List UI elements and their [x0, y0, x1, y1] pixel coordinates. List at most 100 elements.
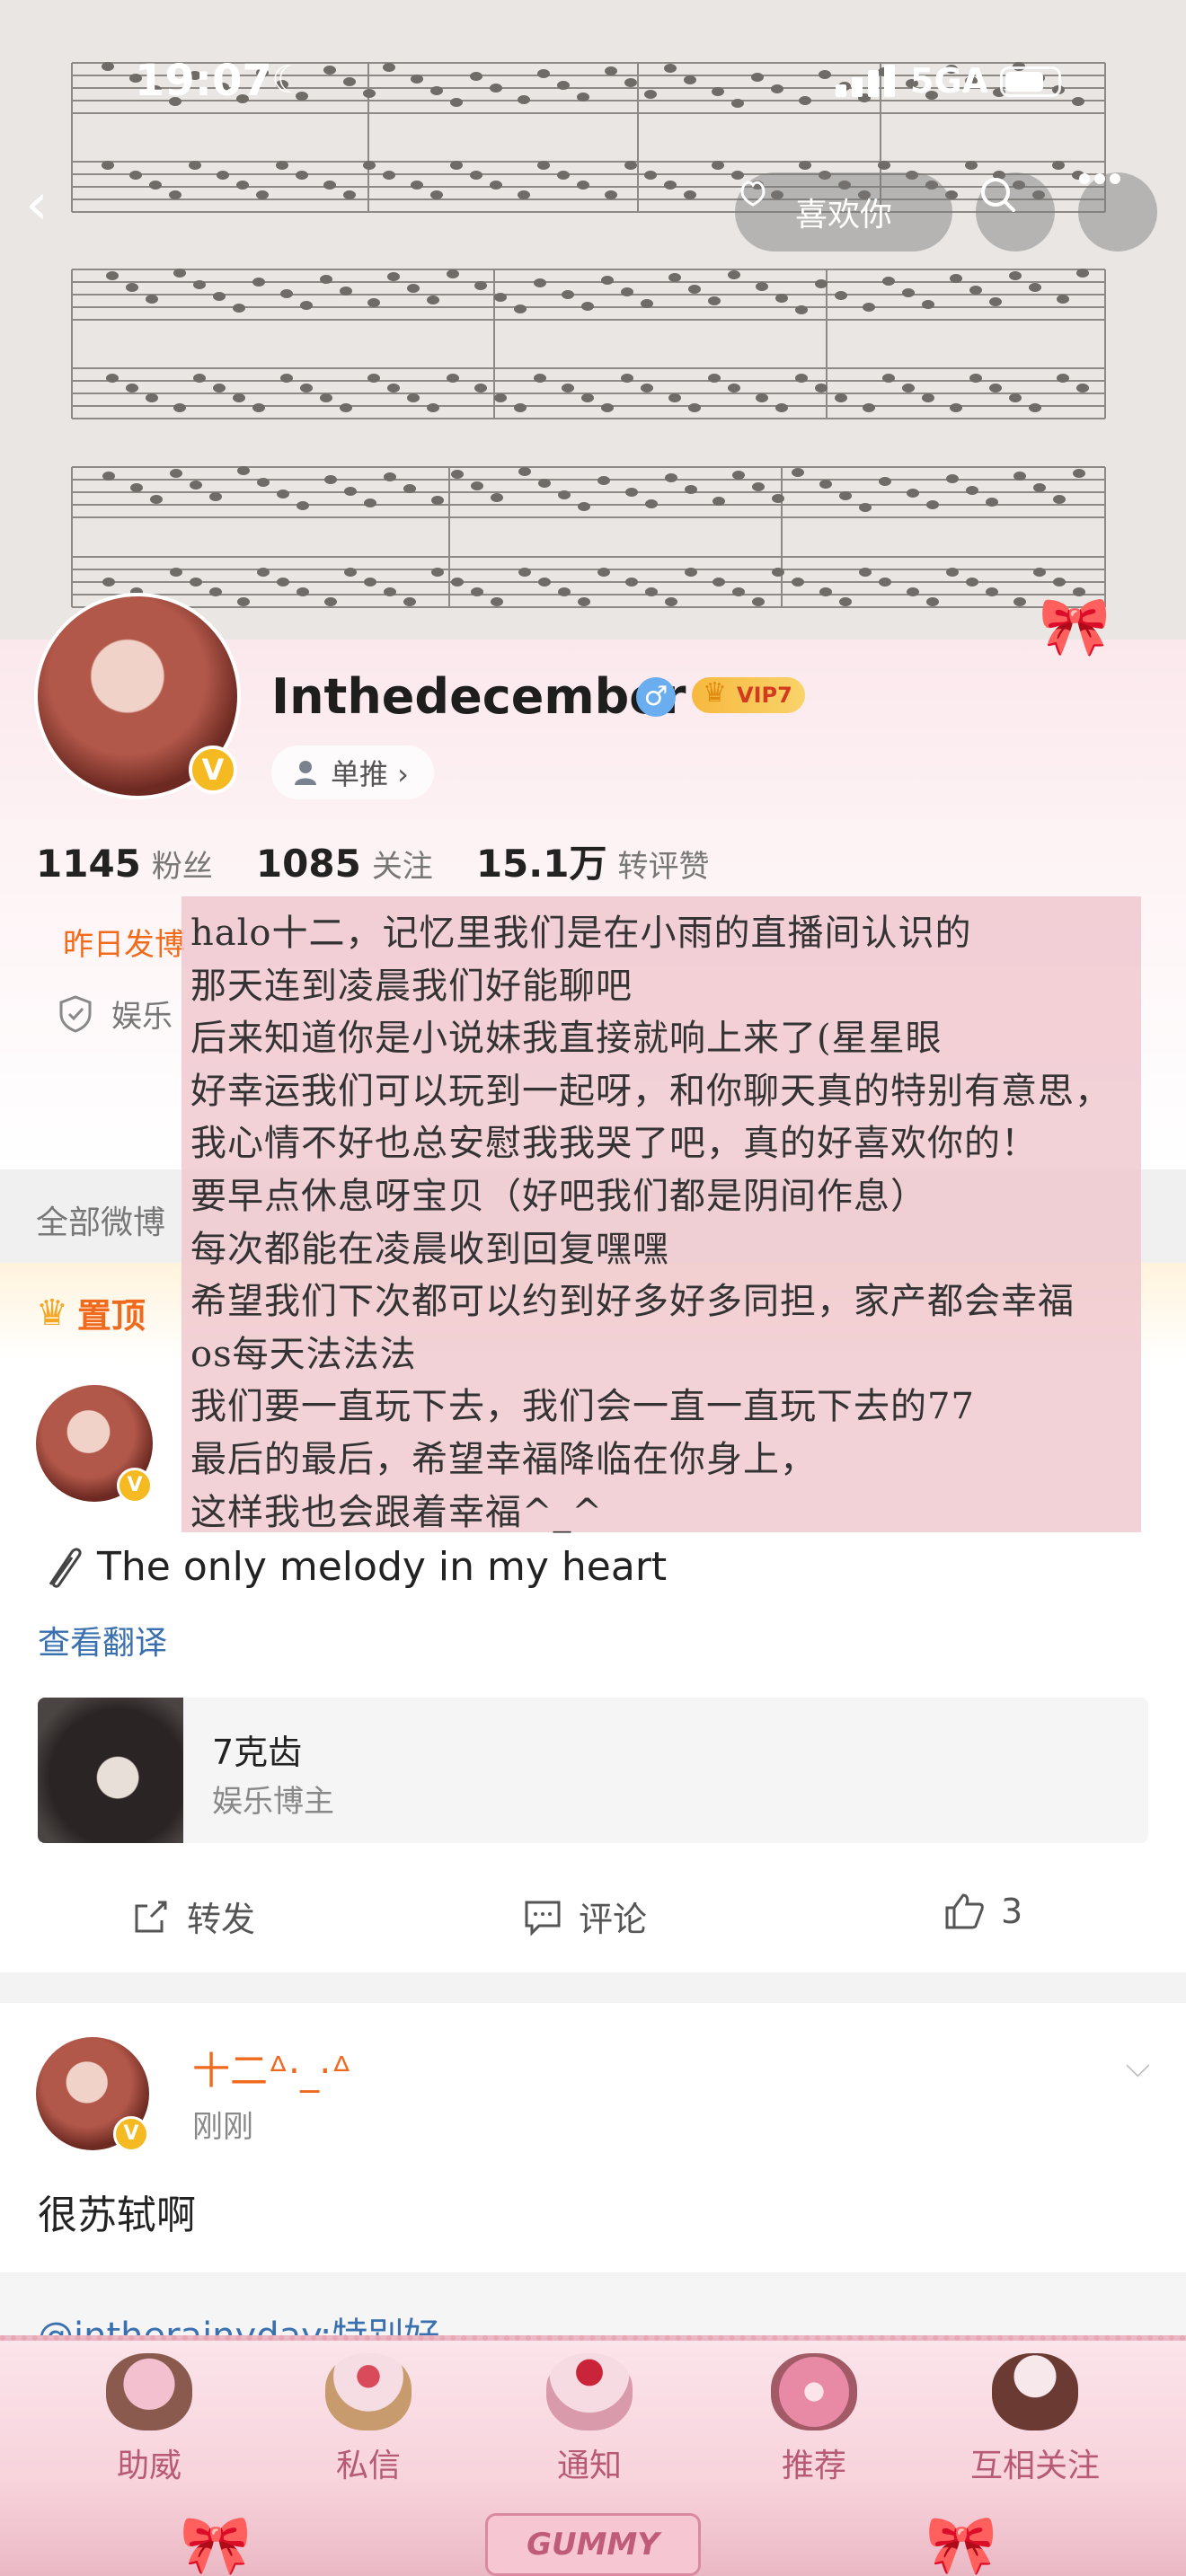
- note-head: [839, 597, 852, 606]
- note-head: [340, 287, 352, 296]
- yesterday-posts-label[interactable]: 昨日发博: [63, 920, 185, 964]
- note-head: [597, 568, 610, 577]
- single-push-button[interactable]: 单推 ›: [271, 745, 434, 799]
- note-head: [581, 393, 594, 402]
- status-bar: 19:07 ☾ 5GA: [0, 56, 1186, 110]
- note-head: [387, 384, 400, 393]
- note-head: [1029, 283, 1041, 292]
- note-line: 每次都能在凌晨收到回复嘿嘿: [190, 1228, 669, 1270]
- stat-interactions[interactable]: 15.1万 转评赞: [476, 834, 710, 888]
- note-head: [926, 500, 939, 509]
- note-head: [296, 587, 309, 596]
- donut-icon: [771, 2353, 857, 2430]
- repost-button[interactable]: 转发: [131, 1892, 255, 1941]
- note-head: [577, 181, 589, 190]
- nav-label: 通知: [556, 2448, 622, 2484]
- note-head: [664, 181, 677, 190]
- comment-label: 评论: [579, 1900, 648, 1939]
- post-content: The only melody in my heart: [36, 1541, 667, 1592]
- cake-icon: [106, 2353, 192, 2430]
- battery-icon: [1000, 66, 1061, 97]
- note-head: [946, 568, 959, 577]
- note-head: [728, 270, 740, 279]
- like-button[interactable]: 3: [943, 1892, 1022, 1931]
- like-you-button[interactable]: 喜欢你: [735, 172, 952, 251]
- note-head: [756, 282, 768, 291]
- status-time: 19:07: [135, 56, 272, 106]
- person-icon: [295, 761, 316, 785]
- tab-all-posts[interactable]: 全部微博: [36, 1196, 165, 1243]
- note-head: [728, 384, 740, 393]
- nav-item-messages[interactable]: 私信: [279, 2341, 458, 2486]
- note-head: [625, 578, 638, 587]
- note-head: [792, 468, 804, 477]
- note-head: [534, 278, 546, 287]
- note-head: [146, 393, 158, 402]
- stat-label: 转评赞: [617, 849, 710, 885]
- translate-link[interactable]: 查看翻译: [38, 1617, 167, 1663]
- stat-following[interactable]: 1085 关注: [256, 842, 433, 886]
- note-head: [986, 587, 998, 596]
- stat-followers[interactable]: 1145 粉丝: [36, 842, 213, 886]
- stat-value: 1145: [36, 842, 141, 886]
- nav-item-mutual-follow[interactable]: 互相关注: [945, 2341, 1125, 2486]
- stat-label: 粉丝: [151, 849, 213, 885]
- note-head: [688, 403, 701, 412]
- repost-label: 转发: [187, 1900, 256, 1939]
- note-head: [795, 374, 808, 383]
- note-head: [688, 285, 701, 294]
- note-head: [624, 161, 637, 170]
- note-head: [1009, 271, 1022, 280]
- note-head: [490, 181, 502, 190]
- more-icon: [1079, 173, 1120, 184]
- repost-icon: [135, 1901, 167, 1932]
- note-head: [879, 578, 891, 587]
- note-head: [190, 578, 202, 587]
- note-head: [1057, 374, 1069, 383]
- note-head: [685, 568, 697, 577]
- nav-item-cheer[interactable]: 助威: [59, 2341, 239, 2486]
- note-head: [320, 275, 332, 284]
- note-head: [518, 568, 531, 577]
- note-head: [859, 568, 872, 577]
- comment-button[interactable]: 评论: [523, 1892, 647, 1941]
- post-author-name[interactable]: 十二ᐞ·_·ᐞ: [192, 2041, 351, 2095]
- note-head: [170, 469, 182, 478]
- search-button[interactable]: [976, 172, 1055, 251]
- crown-icon: ♛: [36, 1292, 68, 1334]
- note-head: [129, 171, 142, 180]
- back-icon[interactable]: ‹: [25, 176, 79, 234]
- nav-label: 推荐: [781, 2448, 846, 2484]
- note-line: 那天连到凌晨我们好能聊吧: [190, 965, 633, 1007]
- chevron-down-icon[interactable]: ⌵: [1126, 2048, 1150, 2086]
- note-head: [578, 597, 590, 606]
- note-head: [256, 190, 269, 199]
- note-head: [383, 171, 395, 180]
- note-head: [792, 578, 804, 587]
- note-head: [907, 489, 919, 498]
- note-head: [367, 374, 380, 383]
- vip-badge[interactable]: VIP7: [692, 675, 805, 713]
- note-head: [213, 384, 226, 393]
- nav-item-notifications[interactable]: 通知: [500, 2341, 679, 2486]
- verification-info[interactable]: 娱乐: [58, 992, 173, 1036]
- more-button[interactable]: [1078, 172, 1157, 251]
- nav-item-recommend[interactable]: 推荐: [724, 2341, 904, 2486]
- note-head: [712, 161, 724, 170]
- note-head: [986, 498, 998, 507]
- note-head: [562, 384, 574, 393]
- note-head: [276, 161, 288, 170]
- note-head: [340, 403, 352, 412]
- comment-icon: [525, 1901, 561, 1936]
- note-head: [300, 384, 313, 393]
- note-head: [430, 190, 443, 199]
- note-head: [102, 472, 115, 481]
- note-head: [969, 286, 982, 295]
- note-head: [645, 499, 658, 508]
- note-head: [451, 578, 464, 587]
- profile-stats: 1145 粉丝 1085 关注 15.1万 转评赞: [36, 834, 709, 888]
- note-head: [1076, 384, 1089, 393]
- post-timestamp: 刚刚: [192, 2109, 253, 2145]
- verification-label: 娱乐: [111, 999, 173, 1035]
- linked-user-card[interactable]: 7克齿 娱乐博主: [38, 1698, 1148, 1843]
